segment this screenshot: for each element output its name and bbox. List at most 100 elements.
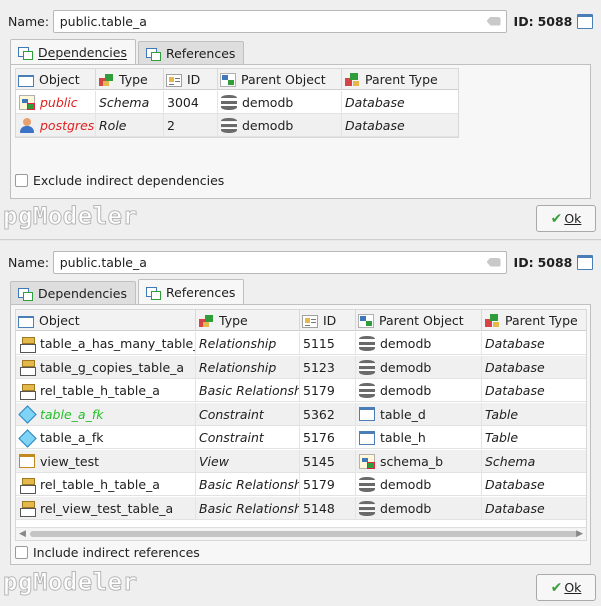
parent-type: Database bbox=[482, 497, 586, 520]
check-icon: ✔ bbox=[550, 579, 563, 596]
object-type: Constraint bbox=[196, 426, 300, 449]
exclude-indirect-checkbox[interactable]: Exclude indirect dependencies bbox=[15, 173, 224, 188]
table-row[interactable]: rel_table_h_table_a Basic Relationship517… bbox=[16, 379, 586, 402]
dependencies-icon bbox=[17, 287, 33, 301]
object-name: public bbox=[40, 95, 78, 110]
tab-dependencies[interactable]: Dependencies bbox=[10, 281, 136, 305]
col-object[interactable]: Object bbox=[16, 69, 96, 90]
table-row[interactable]: table_g_copies_table_a Relationship 5123 de… bbox=[16, 355, 586, 379]
database-icon bbox=[359, 336, 375, 351]
name-label: Name: bbox=[8, 13, 50, 29]
checkbox-box[interactable] bbox=[15, 546, 28, 559]
object-name: table_a_has_many_table_d bbox=[40, 336, 196, 351]
table-row[interactable]: rel_view_test_table_a Basic Relationship5… bbox=[16, 496, 586, 520]
parent-object-icon bbox=[358, 313, 374, 328]
table-row[interactable]: table_a_has_many_table_d Relationship 5115… bbox=[16, 332, 586, 355]
name-label: Name: bbox=[8, 254, 50, 270]
tab-label: References bbox=[165, 46, 236, 61]
parent-type-icon bbox=[344, 72, 360, 88]
parent-type: Database bbox=[482, 379, 586, 402]
object-name: view_test bbox=[40, 453, 100, 469]
references-table[interactable]: Object Type ID Parent Object Parent Type… bbox=[15, 309, 587, 541]
object-type: View bbox=[196, 449, 300, 473]
object-name: postgres bbox=[40, 118, 95, 133]
object-type: Basic Relationship bbox=[196, 379, 300, 402]
table-icon bbox=[359, 407, 375, 421]
database-icon bbox=[359, 477, 375, 492]
object-id: 3004 bbox=[164, 91, 218, 114]
parent-type: Database bbox=[482, 356, 586, 379]
clear-icon[interactable] bbox=[486, 16, 501, 26]
include-indirect-checkbox[interactable]: Include indirect references bbox=[15, 545, 200, 560]
table-row[interactable]: table_a_fk Constraint 5176 table_h Table bbox=[16, 426, 586, 449]
tab-label: Dependencies bbox=[38, 286, 127, 301]
parent-object: demodb bbox=[242, 118, 294, 133]
name-value: public.table_a bbox=[59, 13, 147, 29]
object-id: 5115 bbox=[300, 332, 356, 355]
object-name: table_a_fk bbox=[40, 430, 104, 445]
tab-dependencies[interactable]: Dependencies bbox=[10, 39, 136, 65]
col-object[interactable]: Object bbox=[16, 310, 196, 331]
tab-references[interactable]: References bbox=[137, 279, 245, 305]
constraint-icon bbox=[19, 430, 35, 446]
table-row[interactable]: table_a_fk Constraint 5362 table_d Table bbox=[16, 402, 586, 426]
col-parent-object[interactable]: Parent Object bbox=[356, 310, 482, 331]
col-id[interactable]: ID bbox=[164, 69, 218, 90]
tab-bar: Dependencies References bbox=[10, 279, 246, 305]
col-parent-type[interactable]: Parent Type bbox=[342, 69, 458, 90]
name-input[interactable]: public.table_a bbox=[52, 9, 507, 33]
table-icon bbox=[359, 430, 375, 445]
database-icon bbox=[359, 500, 375, 516]
object-name: table_a_fk bbox=[40, 406, 104, 422]
dependencies-dialog: Name: public.table_a ID: 5088 Dependenci… bbox=[0, 0, 601, 240]
table-row[interactable]: public Schema 3004 demodb Database bbox=[16, 91, 458, 114]
object-type: Constraint bbox=[196, 402, 300, 426]
id-icon bbox=[166, 74, 182, 87]
scrollbar-thumb[interactable] bbox=[30, 531, 578, 537]
clear-icon[interactable] bbox=[486, 257, 501, 267]
horizontal-scrollbar[interactable]: ◀ ▶ bbox=[16, 527, 586, 540]
col-type[interactable]: Type bbox=[96, 69, 164, 90]
schema-icon bbox=[19, 95, 35, 110]
scroll-right-icon[interactable]: ▶ bbox=[576, 529, 583, 539]
tab-references[interactable]: References bbox=[137, 41, 245, 65]
table-icon bbox=[577, 254, 593, 270]
name-value: public.table_a bbox=[59, 254, 147, 270]
parent-type: Table bbox=[482, 403, 586, 426]
references-icon bbox=[145, 286, 161, 300]
dependencies-icon bbox=[17, 46, 33, 60]
object-type: Role bbox=[96, 114, 164, 137]
database-icon bbox=[359, 383, 375, 398]
name-input[interactable]: public.table_a bbox=[52, 250, 507, 274]
dependencies-table[interactable]: Object Type ID Parent Object Parent Type… bbox=[15, 68, 459, 138]
references-icon bbox=[145, 47, 161, 61]
ok-button[interactable]: ✔ Ok bbox=[536, 205, 596, 232]
view-icon bbox=[19, 454, 35, 468]
parent-type: Database bbox=[482, 473, 586, 496]
type-icon bbox=[98, 72, 114, 88]
basic-relationship-icon bbox=[19, 477, 36, 494]
col-type[interactable]: Type bbox=[196, 310, 300, 331]
scroll-left-icon[interactable]: ◀ bbox=[19, 529, 26, 539]
parent-object: demodb bbox=[380, 477, 432, 492]
table-row[interactable]: view_test View 5145 schema_b Schema bbox=[16, 449, 586, 473]
table-row[interactable]: postgres Role 2 demodb Database bbox=[16, 114, 458, 137]
col-parent-object[interactable]: Parent Object bbox=[218, 69, 342, 90]
ok-button[interactable]: ✔ Ok bbox=[536, 574, 596, 601]
col-parent-type[interactable]: Parent Type bbox=[482, 310, 586, 331]
object-icon bbox=[18, 74, 34, 87]
object-id: 5179 bbox=[300, 379, 356, 402]
checkbox-box[interactable] bbox=[15, 174, 28, 187]
parent-object: demodb bbox=[380, 500, 432, 516]
table-row[interactable]: rel_table_h_table_a Basic Relationship517… bbox=[16, 473, 586, 496]
object-name: table_g_copies_table_a bbox=[40, 359, 185, 375]
object-type: Relationship bbox=[196, 355, 300, 379]
col-id[interactable]: ID bbox=[300, 310, 356, 331]
database-icon bbox=[221, 95, 237, 110]
id-label: ID: bbox=[513, 254, 534, 270]
object-type: Basic Relationship bbox=[196, 496, 300, 520]
type-icon bbox=[198, 313, 214, 329]
basic-relationship-icon bbox=[19, 383, 36, 400]
table-header: Object Type ID Parent Object Parent Type bbox=[16, 310, 586, 331]
references-dialog: Name: public.table_a ID: 5088 Dependenci… bbox=[0, 241, 601, 606]
